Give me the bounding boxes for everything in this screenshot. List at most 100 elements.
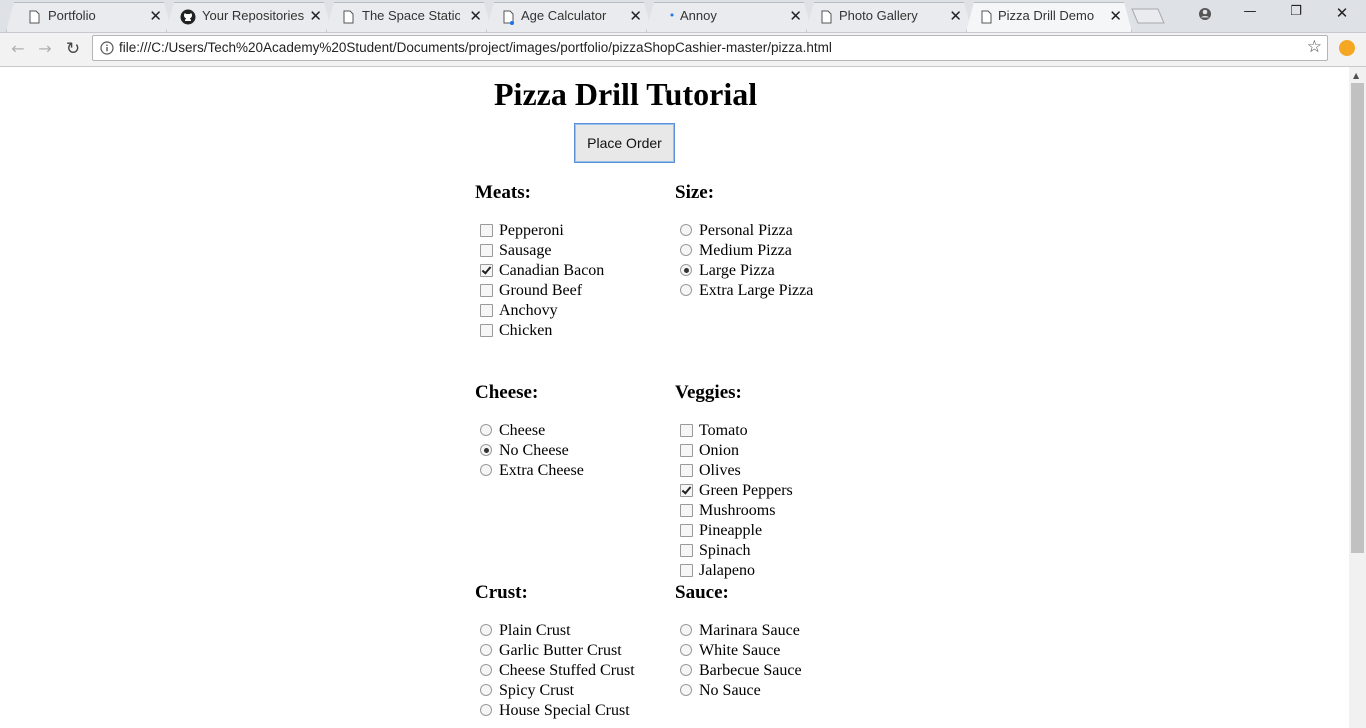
- list-item[interactable]: Cheese Stuffed Crust: [475, 661, 675, 681]
- scrollbar-thumb[interactable]: [1351, 83, 1364, 553]
- onion-checkbox[interactable]: [680, 444, 693, 457]
- cheese-stuffed-crust-radio[interactable]: [480, 664, 492, 676]
- forward-icon[interactable]: →: [34, 38, 56, 60]
- back-icon[interactable]: ←: [7, 38, 29, 60]
- spicy-crust-radio[interactable]: [480, 684, 492, 696]
- jalapeno-checkbox[interactable]: [680, 564, 693, 577]
- browser-toolbar: ← → ↻ file:///C:/Users/Tech%20Academy%20…: [0, 33, 1366, 67]
- list-item[interactable]: Pineapple: [675, 521, 875, 541]
- list-item[interactable]: Tomato: [675, 421, 875, 441]
- page-icon: [29, 10, 40, 24]
- list-item[interactable]: Garlic Butter Crust: [475, 641, 675, 661]
- list-item[interactable]: House Special Crust: [475, 701, 675, 721]
- list-item[interactable]: Plain Crust: [475, 621, 675, 641]
- sauce-heading: Sauce:: [675, 582, 729, 603]
- reload-icon[interactable]: ↻: [62, 38, 84, 60]
- list-item[interactable]: Marinara Sauce: [675, 621, 875, 641]
- mushrooms-checkbox[interactable]: [680, 504, 693, 517]
- tab-label: Annoy: [680, 8, 717, 23]
- option-label: Anchovy: [499, 302, 558, 319]
- tab-age-calculator[interactable]: Age Calculator ✕: [486, 2, 652, 32]
- ground-beef-checkbox[interactable]: [480, 284, 493, 297]
- close-icon[interactable]: ✕: [469, 7, 482, 25]
- close-icon[interactable]: ✕: [149, 7, 162, 25]
- list-item[interactable]: No Sauce: [675, 681, 875, 701]
- tab-label: Age Calculator: [521, 8, 607, 23]
- extension-icon[interactable]: [1339, 40, 1355, 56]
- list-item[interactable]: Extra Large Pizza: [675, 281, 875, 301]
- list-item[interactable]: Canadian Bacon: [475, 261, 675, 281]
- medium-pizza-radio[interactable]: [680, 244, 692, 256]
- tab-pizza-drill-demo[interactable]: Pizza Drill Demo ✕: [966, 2, 1132, 32]
- canadian-bacon-checkbox[interactable]: [480, 264, 493, 277]
- list-item[interactable]: Olives: [675, 461, 875, 481]
- list-item[interactable]: Jalapeno: [675, 561, 875, 581]
- bookmark-star-icon[interactable]: ☆: [1307, 37, 1322, 57]
- scroll-up-icon[interactable]: ▲: [1353, 71, 1359, 80]
- list-item[interactable]: Ground Beef: [475, 281, 675, 301]
- close-icon[interactable]: ✕: [1109, 7, 1122, 25]
- close-icon[interactable]: ✕: [789, 7, 802, 25]
- list-item[interactable]: Spinach: [675, 541, 875, 561]
- pepperoni-checkbox[interactable]: [480, 224, 493, 237]
- cheese-radio[interactable]: [480, 424, 492, 436]
- tab-strip: Portfolio ✕ Your Repositories ✕ The Spac…: [0, 0, 1366, 33]
- info-icon[interactable]: [100, 41, 114, 55]
- spinach-checkbox[interactable]: [680, 544, 693, 557]
- large-pizza-radio[interactable]: [680, 264, 692, 276]
- garlic-butter-crust-radio[interactable]: [480, 644, 492, 656]
- tab-label: Portfolio: [48, 8, 96, 23]
- list-item[interactable]: Medium Pizza: [675, 241, 875, 261]
- personal-pizza-radio[interactable]: [680, 224, 692, 236]
- new-tab-button[interactable]: [1131, 8, 1165, 24]
- list-item[interactable]: Sausage: [475, 241, 675, 261]
- no-cheese-radio[interactable]: [480, 444, 492, 456]
- tab-photo-gallery[interactable]: Photo Gallery ✕: [806, 2, 972, 32]
- list-item[interactable]: Cheese: [475, 421, 675, 441]
- list-item[interactable]: Green Peppers: [675, 481, 875, 501]
- olives-checkbox[interactable]: [680, 464, 693, 477]
- house-special-crust-radio[interactable]: [480, 704, 492, 716]
- pineapple-checkbox[interactable]: [680, 524, 693, 537]
- tomato-checkbox[interactable]: [680, 424, 693, 437]
- extra-cheese-radio[interactable]: [480, 464, 492, 476]
- close-icon[interactable]: ✕: [629, 7, 642, 25]
- minimize-icon[interactable]: —: [1238, 4, 1262, 26]
- list-item[interactable]: Extra Cheese: [475, 461, 675, 481]
- list-item[interactable]: Large Pizza: [675, 261, 875, 281]
- list-item[interactable]: No Cheese: [475, 441, 675, 461]
- close-icon[interactable]: ✕: [309, 7, 322, 25]
- barbecue-sauce-radio[interactable]: [680, 664, 692, 676]
- no-sauce-radio[interactable]: [680, 684, 692, 696]
- tab-space-station[interactable]: The Space Station ✕: [326, 2, 492, 32]
- plain-crust-radio[interactable]: [480, 624, 492, 636]
- close-icon[interactable]: ✕: [949, 7, 962, 25]
- list-item[interactable]: Anchovy: [475, 301, 675, 321]
- github-icon: [180, 9, 196, 25]
- address-bar[interactable]: file:///C:/Users/Tech%20Academy%20Studen…: [92, 35, 1328, 61]
- list-item[interactable]: Onion: [675, 441, 875, 461]
- list-item[interactable]: Barbecue Sauce: [675, 661, 875, 681]
- list-item[interactable]: Mushrooms: [675, 501, 875, 521]
- chicken-checkbox[interactable]: [480, 324, 493, 337]
- list-item[interactable]: Personal Pizza: [675, 221, 875, 241]
- place-order-button[interactable]: Place Order: [574, 123, 675, 163]
- extra-large-pizza-radio[interactable]: [680, 284, 692, 296]
- anchovy-checkbox[interactable]: [480, 304, 493, 317]
- close-window-icon[interactable]: ✕: [1330, 4, 1354, 26]
- tab-portfolio[interactable]: Portfolio ✕: [6, 2, 172, 32]
- option-label: Onion: [699, 442, 739, 459]
- marinara-sauce-radio[interactable]: [680, 624, 692, 636]
- green-peppers-checkbox[interactable]: [680, 484, 693, 497]
- tab-your-repositories[interactable]: Your Repositories ✕: [166, 2, 332, 32]
- restore-icon[interactable]: ❐: [1284, 4, 1308, 26]
- tab-annoy[interactable]: Annoy ✕: [646, 2, 812, 32]
- list-item[interactable]: Spicy Crust: [475, 681, 675, 701]
- white-sauce-radio[interactable]: [680, 644, 692, 656]
- sausage-checkbox[interactable]: [480, 244, 493, 257]
- profile-icon[interactable]: [1193, 4, 1217, 26]
- list-item[interactable]: Chicken: [475, 321, 675, 341]
- list-item[interactable]: Pepperoni: [475, 221, 675, 241]
- list-item[interactable]: White Sauce: [675, 641, 875, 661]
- vertical-scrollbar[interactable]: ▲: [1349, 67, 1366, 728]
